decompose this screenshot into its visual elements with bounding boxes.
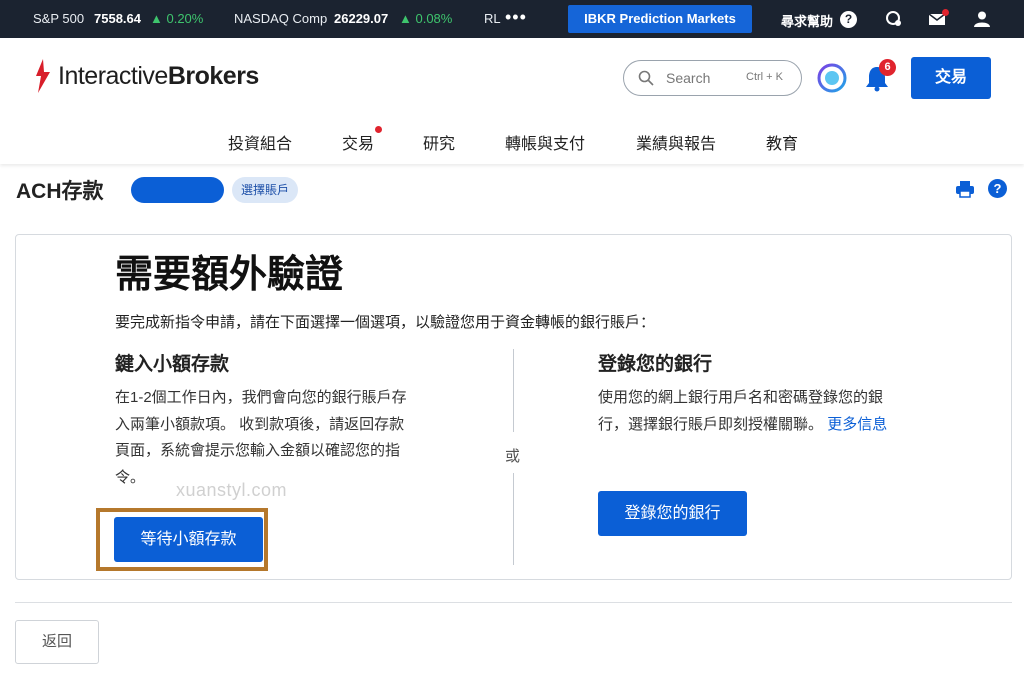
account-id-pill[interactable] xyxy=(131,177,224,203)
help-question-icon[interactable]: ? xyxy=(988,179,1007,198)
bank-login-line: 行，選擇銀行賬戶即刻授權關聯。 xyxy=(598,415,824,433)
micro-deposit-line: 入兩筆小額款項。 收到款項後，請返回存款 xyxy=(115,415,405,433)
logo-text-main: Interactive xyxy=(58,61,168,90)
column-divider-top xyxy=(513,349,514,432)
ticker-value: 7558.64 xyxy=(94,11,141,26)
prediction-markets-button[interactable]: IBKR Prediction Markets xyxy=(568,5,752,33)
mail-unread-dot xyxy=(942,9,949,16)
nav-portfolio[interactable]: 投資組合 xyxy=(228,130,292,154)
bank-login-title: 登錄您的銀行 xyxy=(598,354,713,375)
more-info-link[interactable]: 更多信息 xyxy=(827,416,887,433)
bank-login-line: 使用您的網上銀行用戶名和密碼登錄您的銀 xyxy=(598,389,884,406)
search-shortcut: Ctrl + K xyxy=(746,71,783,83)
verification-heading: 需要額外驗證 xyxy=(115,254,344,296)
search-input[interactable]: Search Ctrl + K xyxy=(623,60,802,96)
search-placeholder: Search xyxy=(666,70,711,86)
logo-text-bold: Brokers xyxy=(167,61,260,90)
micro-deposit-title: 鍵入小額存款 xyxy=(115,354,230,375)
help-link[interactable]: 尋求幫助 xyxy=(781,11,833,30)
print-icon[interactable] xyxy=(955,179,975,199)
market-ticker-bar: S&P 500 7558.64 ▲ 0.20% NASDAQ Comp 2622… xyxy=(0,0,1024,38)
more-ticker-button[interactable]: ••• xyxy=(505,7,527,28)
user-profile-icon[interactable] xyxy=(973,10,991,28)
back-button[interactable]: 返回 xyxy=(15,620,99,664)
footer-divider xyxy=(15,602,1012,603)
ticker-change: ▲ 0.20% xyxy=(150,11,204,26)
ib-logo-icon xyxy=(36,59,50,93)
or-label: 或 xyxy=(505,448,521,465)
help-icon[interactable]: ? xyxy=(840,11,857,28)
nav-education[interactable]: 教育 xyxy=(766,130,798,154)
ticker-change: ▲ 0.08% xyxy=(399,11,453,26)
ai-assistant-icon[interactable] xyxy=(817,63,847,93)
ticker-symbol[interactable]: NASDAQ Comp xyxy=(234,11,327,26)
chat-support-icon[interactable] xyxy=(885,10,903,28)
column-divider-bottom xyxy=(513,473,514,565)
trade-button[interactable]: 交易 xyxy=(911,57,991,99)
bank-login-description: 使用您的網上銀行用戶名和密碼登錄您的銀 行，選擇銀行賬戶即刻授權關聯。 更多信息 xyxy=(598,385,887,438)
nav-performance-reports[interactable]: 業績與報告 xyxy=(636,130,716,154)
login-bank-button[interactable]: 登錄您的銀行 xyxy=(598,491,747,536)
interactive-brokers-logo[interactable]: InteractiveBrokers xyxy=(32,56,259,96)
verification-intro: 要完成新指令申請，請在下面選擇一個選項，以驗證您用于資金轉帳的銀行賬戶： xyxy=(115,314,656,331)
search-icon xyxy=(638,70,654,86)
nav-research[interactable]: 研究 xyxy=(423,130,455,154)
nav-trade[interactable]: 交易 xyxy=(342,130,374,154)
nav-trade-alert-dot xyxy=(375,126,382,133)
notification-count-badge: 6 xyxy=(879,59,896,76)
ticker-value: 26229.07 xyxy=(334,11,389,26)
await-micro-deposit-button[interactable]: 等待小額存款 xyxy=(114,517,263,562)
logo-text: InteractiveBrokers xyxy=(58,62,259,91)
ticker-symbol[interactable]: RL xyxy=(484,11,501,26)
micro-deposit-description: 在1-2個工作日內，我們會向您的銀行賬戶存 入兩筆小額款項。 收到款項後，請返回… xyxy=(115,385,407,491)
watermark: xuanstyl.com xyxy=(176,480,288,500)
select-account-button[interactable]: 選擇賬戶 xyxy=(232,177,299,203)
page-title: ACH存款 xyxy=(16,180,104,203)
ticker-symbol[interactable]: S&P 500 xyxy=(33,11,84,26)
nav-transfer-pay[interactable]: 轉帳與支付 xyxy=(505,130,585,154)
micro-deposit-line: 頁面，系統會提示您輸入金額以確認您的指 xyxy=(115,442,401,459)
micro-deposit-line: 在1-2個工作日內，我們會向您的銀行賬戶存 xyxy=(115,389,407,406)
